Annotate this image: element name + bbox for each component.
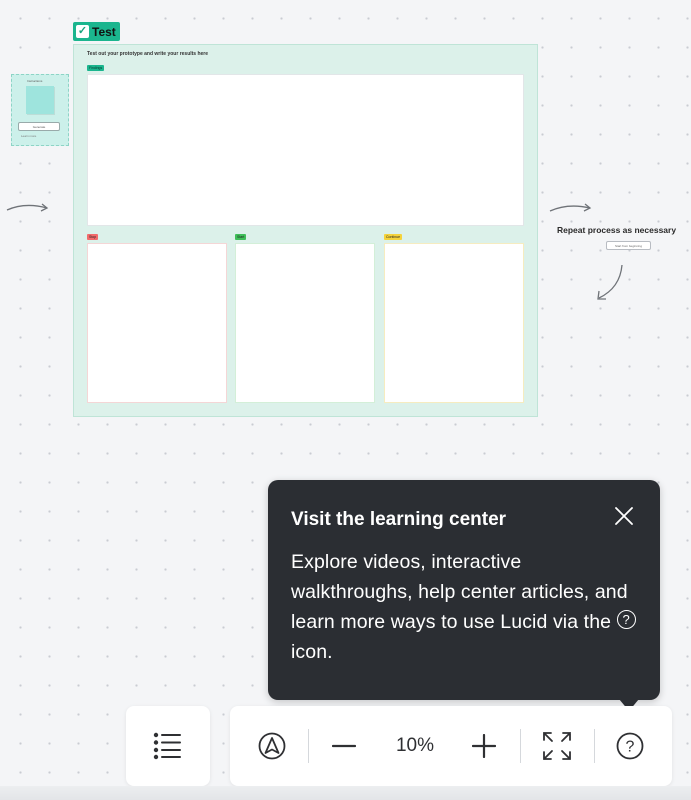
start-from-beginning-label: Start from beginning [614,243,642,248]
bottom-edge [0,786,691,800]
navigation-icon[interactable] [254,728,290,764]
instructions-card-title: Instructions [27,79,43,83]
checkmark-icon: ✓ [76,25,89,38]
svg-text:?: ? [626,739,635,756]
tooltip-body-text: Explore videos, interactive walkthroughs… [291,551,628,633]
start-chip: Start [235,234,247,240]
frame-instructions: Test out your prototype and write your r… [87,51,209,57]
expand-icon[interactable] [536,728,578,764]
list-icon[interactable] [146,724,190,768]
zoom-level[interactable]: 10% [380,730,450,762]
start-panel[interactable] [235,243,375,403]
generate-button[interactable]: Generate [18,122,60,131]
zoom-toolbar: 10% ? [230,706,672,786]
findings-panel[interactable] [87,74,524,226]
sticky-note[interactable] [26,86,54,114]
continue-chip: Continue [384,234,403,240]
flow-arrow-left [6,203,49,212]
start-from-beginning-button[interactable]: Start from beginning [606,241,651,250]
frame-tab[interactable]: ✓ Test [73,22,120,41]
flow-arrow-right [549,203,592,212]
continue-panel[interactable] [384,243,524,403]
toolbar-divider [594,729,595,763]
tooltip-body-end: icon. [291,641,333,663]
toolbar-divider [308,729,309,763]
tooltip-title: Visit the learning center [291,509,507,530]
toolbar-divider [520,729,521,763]
help-icon: ? [616,610,636,629]
stop-chip: Stop [87,234,99,240]
learn-more-link[interactable]: Learn more [21,134,36,138]
close-icon[interactable] [612,504,636,528]
outline-panel [126,706,210,786]
plus-icon[interactable] [466,730,502,762]
repeat-process-text: Repeat process as necessary [557,225,677,235]
findings-chip: Findings [87,65,105,71]
tooltip-body: Explore videos, interactive walkthroughs… [291,547,646,667]
stop-panel[interactable] [87,243,227,403]
frame-title: Test [92,24,116,39]
learning-center-tooltip: Visit the learning center Explore videos… [268,480,660,700]
minus-icon[interactable] [326,730,362,762]
help-icon[interactable]: ? [612,728,648,764]
flow-arrow-down [597,264,623,300]
generate-button-label: Generate [32,124,46,129]
